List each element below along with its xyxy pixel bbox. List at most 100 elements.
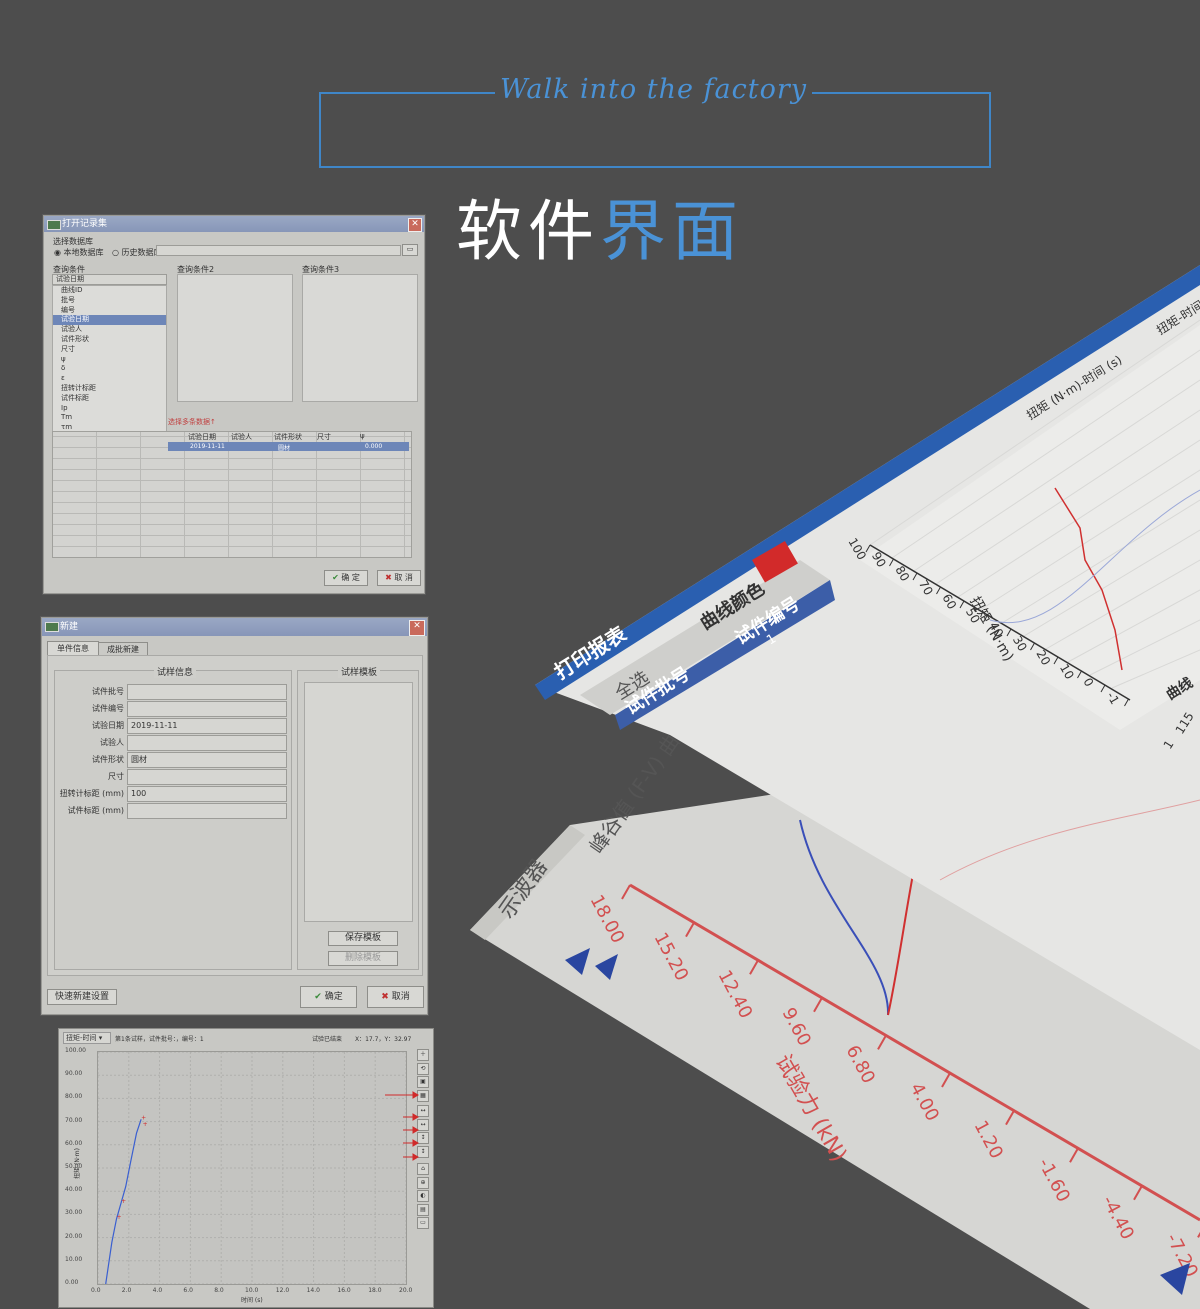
delete-template-button[interactable]: 删除模板 [328,951,398,966]
field-label: 试件编号 [92,704,124,713]
dropdown-item[interactable]: 编号 [53,306,166,316]
dropdown-item[interactable]: 试验日期 [53,315,166,326]
tab-single[interactable]: 单件信息 [47,641,99,656]
field-input[interactable] [127,803,287,819]
ok-label: 确 定 [341,573,360,582]
table-header-cell: 试验人 [231,433,252,441]
copy-icon[interactable]: ▤ [417,1203,429,1216]
cursor-coords: X：17.7，Y：32.97 [355,1036,412,1043]
select-icon[interactable]: ▣ [417,1076,429,1088]
check-icon: ✔ [332,573,339,582]
field-input[interactable] [127,735,287,751]
dropdown-item[interactable]: Tm [53,413,166,423]
y-tick-label: 40.00 [65,1186,83,1194]
table-row[interactable]: 2019-11-11 圆材 0.000 [168,442,409,452]
field-input[interactable] [127,769,287,785]
plot-area[interactable]: + + + + [97,1051,407,1285]
dropdown-item[interactable]: 试件标距 [53,394,166,404]
sample-info: 第1条试样，试件批号：，编号：1 [115,1036,204,1043]
cancel-button[interactable]: ✖ 取消 [367,986,424,1008]
table-header-cell: 试验日期 [188,433,216,441]
color-icon[interactable]: ◐ [417,1190,429,1202]
new-dialog: 新建 ✕ 单件信息 成批新建 试样信息 试样模板 试件批号 试件编号 试验日期 2019… [41,617,428,1015]
folder-icon[interactable]: ▭ [402,244,418,256]
perspective-composition: 示波器 峰谷值 (F-V) 曲 18.00 15.20 12.40 9.60 6.80 4… [470,260,1200,1309]
field-label: 试件批号 [92,687,124,696]
dropdown-item[interactable]: Ip [53,404,166,414]
data-marker: + [121,1198,126,1205]
torque-time-window: 扭矩-时间 ▾ 第1条试样，试件批号：，编号：1 试验已结束 X：17.7，Y：… [58,1028,434,1308]
x-tick-label: 6.0 [183,1287,193,1294]
field-input[interactable] [127,684,287,700]
ok-button[interactable]: ✔ 确定 [300,986,357,1008]
dropdown-item[interactable]: ψ [53,355,166,365]
close-icon[interactable]: ✕ [409,620,425,636]
y-tick-label: 0.00 [65,1279,79,1286]
export-icon[interactable]: ▭ [417,1217,429,1229]
ok-button[interactable]: ✔ 确 定 [324,570,368,586]
data-marker: + [141,1114,146,1121]
x-tick-label: 2.0 [121,1287,132,1294]
rotate-icon[interactable]: ⟲ [417,1062,429,1075]
cancel-label: 取消 [391,992,410,1002]
open-recordset-dialog: 打开记录集 ✕ 选择数据库 ◉ 本地数据库 ○ 历史数据库 ▭ 查询条件 查询条件… [43,215,425,594]
dialog-titlebar: 打开记录集 ✕ [44,216,424,232]
dropdown-item[interactable]: δ [53,364,166,374]
torque-time-chart: ++++ [97,1051,407,1285]
tagline: Walk into the factory [499,74,808,105]
cond1-select[interactable]: 试验日期 [52,274,167,285]
x-tick-label: 14.0 [306,1287,320,1294]
field-input[interactable]: 2019-11-11 [127,718,287,734]
cancel-button[interactable]: ✖ 取 消 [377,570,421,586]
tab-torque-time[interactable]: 扭矩-时间 ▾ [63,1032,111,1044]
x-tick-label: 18.0 [368,1287,382,1294]
field-label: 试件形状 [92,755,124,764]
ok-label: 确定 [324,992,343,1002]
y-tick-label: 100.00 [65,1047,86,1054]
title-blue: 界面 [600,193,744,270]
dropdown-item[interactable]: 扭转计标距 [53,384,166,394]
perspective-svg: 示波器 峰谷值 (F-V) 曲 18.0015.2012.409.606.804… [470,265,1200,1309]
dropdown-item[interactable]: 尺寸 [53,345,166,355]
dropdown-item[interactable]: 批号 [53,296,166,306]
field-input[interactable] [127,701,287,717]
field-input[interactable]: 100 [127,786,287,802]
table-cell-psi: 0.000 [365,443,383,450]
cond3-list[interactable] [302,274,418,402]
quick-settings-button[interactable]: 快速新建设置 [47,989,117,1005]
dropdown-item[interactable]: 曲线ID [53,286,166,296]
dialog-titlebar: 新建 ✕ [42,618,427,636]
save-template-button[interactable]: 保存模板 [328,931,398,946]
multi-select-hint: 选择多条数据↑ [168,418,216,426]
dropdown-item[interactable]: 试件形状 [53,335,166,345]
radio-history[interactable]: ○ 历史数据库 [112,247,162,258]
template-list[interactable] [304,682,413,922]
table-header-cell: 尺寸 [317,433,331,441]
dialog-title: 打开记录集 [62,219,108,229]
x-tick-label: 4.0 [152,1287,163,1294]
x-tick-label: 20.0 [399,1287,413,1294]
cond2-list[interactable] [177,274,293,402]
tab-torque-time-label: 扭矩-时间 [66,1034,97,1042]
crosshair-icon[interactable]: ⊕ [417,1176,429,1189]
dropdown-item[interactable]: 试验人 [53,325,166,335]
y-tick-label: 30.00 [65,1209,83,1217]
radio-local[interactable]: ◉ 本地数据库 [54,247,104,258]
cross-icon: ✖ [385,573,392,582]
x-axis-label: 时间 (s) [241,1297,263,1304]
app-icon [45,622,59,632]
close-icon[interactable]: ✕ [408,218,422,232]
data-marker: + [116,1214,121,1221]
zoom-in-icon[interactable]: ＋ [417,1049,429,1061]
field-input[interactable]: 圆材 [127,752,287,768]
cross-icon: ✖ [381,992,389,1002]
cancel-label: 取 消 [394,573,413,582]
radio-local-label: 本地数据库 [63,248,104,257]
y-tick-label: 80.00 [65,1093,83,1101]
table-header-cell: ψ [360,432,365,440]
db-path-field[interactable] [156,245,401,256]
dropdown-item[interactable]: ε [53,374,166,384]
field-label: 试验日期 [92,721,124,730]
y-tick-label: 90.00 [65,1070,83,1078]
title-frame-line-right [812,92,989,94]
